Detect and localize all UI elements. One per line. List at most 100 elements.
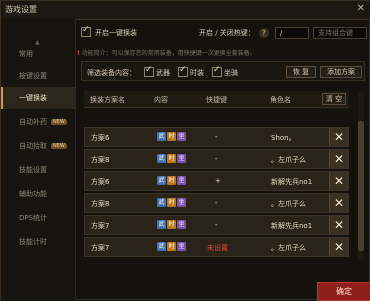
chip-weapon: 武 xyxy=(157,242,166,251)
row-plan-name: 方案8 xyxy=(91,156,110,164)
delete-icon[interactable]: ✕ xyxy=(329,238,348,256)
chip-fashion: 时 xyxy=(167,198,176,207)
sidebar: ▲ 常用 按键设置 一键换装 自动补药 NEW 自动拾取 NEW 技能设置 辅助功能… xyxy=(1,19,76,301)
scrollbar-thumb[interactable] xyxy=(358,121,364,251)
row-hotkey[interactable]: - xyxy=(215,221,218,229)
filter-bar: 筛选装备内容： 武器 时装 坐骑 恢 复 添加方案 xyxy=(81,61,365,81)
window-title: 游戏设置 xyxy=(5,5,37,14)
sidebar-item-assist[interactable]: 辅助功能 xyxy=(1,183,75,205)
sidebar-item-label: 常用 xyxy=(19,50,33,58)
table-header: 换装方案名 内容 快捷键 角色名 清 空 xyxy=(84,91,349,108)
sidebar-item-label: 技能计时 xyxy=(19,238,47,246)
sidebar-item-label: 自动补药 xyxy=(19,118,47,126)
filter-weapon-label: 武器 xyxy=(156,69,170,77)
table-row[interactable]: 方案7 武 时 坐 - 新解先兵no1 ✕ xyxy=(84,215,349,235)
chip-mount: 坐 xyxy=(177,242,186,251)
chip-mount: 坐 xyxy=(177,176,186,185)
table-row[interactable]: 方案8 武 时 坐 - 。左爪子么 ✕ xyxy=(84,149,349,169)
sidebar-item-label: 一键换装 xyxy=(19,94,47,102)
hint-text: 可以保存您的常用装备，用快捷键一次更换全套装备。 xyxy=(111,50,256,57)
reset-button[interactable]: 恢 复 xyxy=(286,66,316,78)
chip-fashion: 时 xyxy=(167,132,176,141)
sidebar-item-common[interactable]: 常用 xyxy=(1,43,75,65)
feature-hint: ! 功能简介：可以保存您的常用装备，用快捷键一次更换全套装备。 xyxy=(77,48,370,58)
table-scrollbar[interactable] xyxy=(358,91,364,261)
sidebar-item-label: 辅助功能 xyxy=(19,190,47,198)
row-plan-name: 方案7 xyxy=(91,222,110,230)
table-row[interactable]: 方案8 武 时 坐 - 。左爪子么 ✕ xyxy=(84,193,349,213)
filter-fashion-checkbox[interactable] xyxy=(178,65,188,77)
row-role: 新解先兵no1 xyxy=(271,178,313,186)
top-settings: 开启一键换装 开启 / 关闭热键： ? / 支持组合键 xyxy=(77,22,370,44)
filter-mount-checkbox[interactable] xyxy=(212,65,222,77)
col-role: 角色名 xyxy=(270,96,291,104)
row-plan-name: 方案6 xyxy=(91,134,110,142)
row-role: 。左爪子么 xyxy=(271,156,306,164)
chip-mount: 坐 xyxy=(177,154,186,163)
clear-button[interactable]: 清 空 xyxy=(322,93,346,105)
delete-icon[interactable]: ✕ xyxy=(329,150,348,168)
chip-weapon: 武 xyxy=(157,154,166,163)
add-plan-button[interactable]: 添加方案 xyxy=(320,66,362,78)
sidebar-item-label: DPS统计 xyxy=(19,214,48,222)
row-hotkey[interactable]: + xyxy=(215,177,221,185)
help-icon[interactable]: ? xyxy=(259,28,269,38)
col-plan-name: 换装方案名 xyxy=(90,96,125,104)
new-badge: NEW xyxy=(51,119,67,125)
chip-mount: 坐 xyxy=(177,220,186,229)
enable-checkbox[interactable] xyxy=(81,25,91,37)
sidebar-item-skill-timer[interactable]: 技能计时 xyxy=(1,231,75,253)
row-role: 。左爪子么 xyxy=(271,200,306,208)
filter-fashion-label: 时装 xyxy=(190,69,204,77)
sidebar-item-keys[interactable]: 按键设置 xyxy=(1,65,75,87)
chip-weapon: 武 xyxy=(157,220,166,229)
row-role: 新解先兵no1 xyxy=(271,222,313,230)
chip-weapon: 武 xyxy=(157,198,166,207)
row-hotkey[interactable]: - xyxy=(215,155,218,163)
warning-icon: ! xyxy=(77,50,80,57)
delete-icon[interactable]: ✕ xyxy=(329,172,348,190)
combo-hint-field[interactable]: 支持组合键 xyxy=(313,27,367,39)
settings-window: 游戏设置 ✕ ▲ 常用 按键设置 一键换装 自动补药 NEW 自动拾取 NEW 技能… xyxy=(0,0,370,301)
chip-fashion: 时 xyxy=(167,154,176,163)
table-row[interactable]: 方案6 武 时 坐 - Shon。 ✕ xyxy=(84,127,349,147)
col-content: 内容 xyxy=(154,96,168,104)
title-bar: 游戏设置 ✕ xyxy=(1,1,370,20)
filter-label: 筛选装备内容： xyxy=(87,69,136,77)
sidebar-item-label: 技能设置 xyxy=(19,166,47,174)
row-hotkey[interactable]: 未设置 xyxy=(207,243,228,253)
chip-mount: 坐 xyxy=(177,198,186,207)
confirm-button[interactable]: 确定 xyxy=(317,282,370,301)
sidebar-item-skills[interactable]: 技能设置 xyxy=(1,159,75,181)
new-badge: NEW xyxy=(51,143,67,149)
sidebar-item-gear-switch[interactable]: 一键换装 xyxy=(1,87,75,109)
row-plan-name: 方案8 xyxy=(91,200,110,208)
row-role: Shon。 xyxy=(271,134,296,142)
chip-mount: 坐 xyxy=(177,132,186,141)
chip-fashion: 时 xyxy=(167,242,176,251)
hotkey-label: 开启 / 关闭热键： xyxy=(199,29,255,37)
hotkey-input[interactable]: / xyxy=(275,27,309,39)
row-role: 。左爪子么 xyxy=(271,244,306,252)
sidebar-item-label: 自动拾取 xyxy=(19,142,47,150)
sidebar-item-auto-potion[interactable]: 自动补药 NEW xyxy=(1,111,75,133)
row-plan-name: 方案6 xyxy=(91,178,110,186)
table-row[interactable]: 方案7 武 时 坐 未设置 。左爪子么 ✕ xyxy=(84,237,349,257)
chip-weapon: 武 xyxy=(157,132,166,141)
sidebar-item-dps[interactable]: DPS统计 xyxy=(1,207,75,229)
filter-weapon-checkbox[interactable] xyxy=(144,65,154,77)
enable-label: 开启一键换装 xyxy=(95,29,137,37)
delete-icon[interactable]: ✕ xyxy=(329,194,348,212)
hint-prefix: 功能简介： xyxy=(81,50,112,57)
sidebar-item-auto-pickup[interactable]: 自动拾取 NEW xyxy=(1,135,75,157)
delete-icon[interactable]: ✕ xyxy=(329,216,348,234)
close-icon[interactable]: ✕ xyxy=(357,3,365,14)
filter-mount-label: 坐骑 xyxy=(224,69,238,77)
chip-fashion: 时 xyxy=(167,176,176,185)
col-hotkey: 快捷键 xyxy=(206,96,227,104)
table-row[interactable]: 方案6 武 时 坐 + 新解先兵no1 ✕ xyxy=(84,171,349,191)
row-plan-name: 方案7 xyxy=(91,244,110,252)
row-hotkey[interactable]: - xyxy=(215,133,218,141)
delete-icon[interactable]: ✕ xyxy=(329,128,348,146)
row-hotkey[interactable]: - xyxy=(215,199,218,207)
